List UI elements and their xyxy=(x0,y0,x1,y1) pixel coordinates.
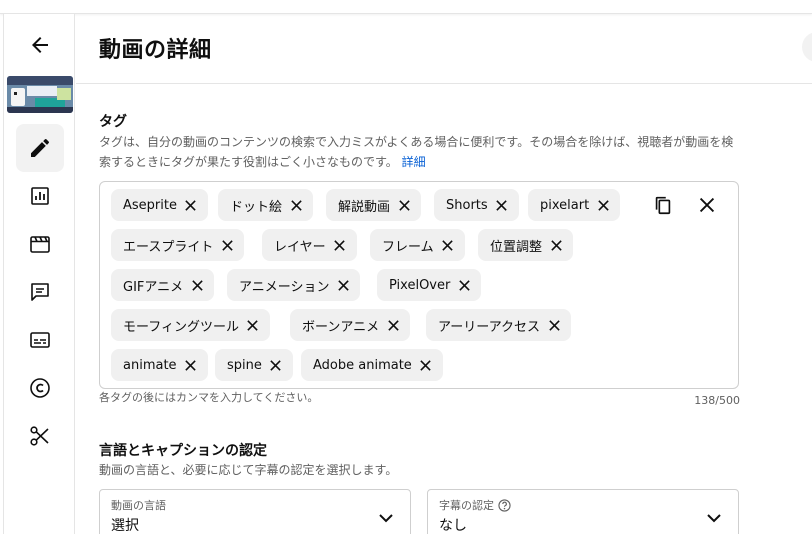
remove-tag-button[interactable] xyxy=(246,318,260,332)
close-icon xyxy=(699,197,715,213)
close-icon xyxy=(191,279,203,291)
tag-chip: アニメーション xyxy=(227,269,361,301)
video-language-select[interactable]: 動画の言語 選択 xyxy=(99,489,411,534)
page-header: 動画の詳細 xyxy=(76,14,812,84)
tags-input[interactable]: Aseprite ドット絵 解説動画 Shorts pixelart エースプラ… xyxy=(99,181,739,389)
close-icon xyxy=(442,239,453,251)
page-title: 動画の詳細 xyxy=(99,38,212,63)
remove-tag-button[interactable] xyxy=(336,278,350,292)
caption-certification-value: なし xyxy=(439,518,467,534)
video-language-value: 選択 xyxy=(111,518,139,534)
close-icon xyxy=(270,359,282,371)
details-nav-button[interactable] xyxy=(16,124,64,172)
help-icon[interactable] xyxy=(498,498,511,512)
tags-description: タグは、自分の動画のコンテンツの検索で入力ミスがよくある場合に便利です。その場合… xyxy=(99,135,734,169)
remove-tag-button[interactable] xyxy=(596,198,610,212)
close-icon xyxy=(334,239,345,251)
close-icon xyxy=(398,199,410,211)
tag-chip: フレーム xyxy=(370,229,465,261)
close-icon xyxy=(548,319,560,331)
close-icon xyxy=(338,279,349,291)
tag-chip: ドット絵 xyxy=(218,189,314,221)
language-title: 言語とキャプションの認定 xyxy=(99,443,267,459)
back-button[interactable] xyxy=(16,21,64,69)
caption-certification-label: 字幕の認定 xyxy=(439,497,511,513)
remove-tag-button[interactable] xyxy=(397,198,411,212)
remove-tag-button[interactable] xyxy=(549,238,563,252)
comments-icon xyxy=(31,283,49,301)
pencil-icon xyxy=(31,139,49,157)
remove-tag-button[interactable] xyxy=(184,358,198,372)
close-icon xyxy=(420,359,431,371)
tags-character-count: 138/500 xyxy=(694,394,740,407)
tag-chip: ボーンアニメ xyxy=(290,309,411,341)
tag-chip: animate xyxy=(111,349,208,381)
remove-tag-button[interactable] xyxy=(495,198,509,212)
tags-title: タグ xyxy=(99,114,127,130)
close-icon xyxy=(290,199,302,211)
close-icon xyxy=(185,199,197,211)
close-icon xyxy=(222,239,233,251)
clips-nav-button[interactable] xyxy=(16,412,64,460)
analytics-icon xyxy=(31,187,49,205)
caption-certification-select[interactable]: 字幕の認定 なし xyxy=(427,489,739,534)
tag-chip: PixelOver xyxy=(377,269,482,301)
clear-tags-button[interactable] xyxy=(693,191,721,219)
top-bar xyxy=(0,0,812,14)
tag-chip: モーフィングツール xyxy=(111,309,270,341)
close-icon xyxy=(185,359,196,371)
subtitles-icon xyxy=(30,332,50,348)
remove-tag-button[interactable] xyxy=(441,238,455,252)
header-action[interactable] xyxy=(802,32,812,62)
remove-tag-button[interactable] xyxy=(419,358,433,372)
chevron-down-icon xyxy=(379,514,393,523)
remove-tag-button[interactable] xyxy=(333,238,347,252)
remove-tag-button[interactable] xyxy=(457,278,471,292)
close-icon xyxy=(550,239,562,251)
close-icon xyxy=(459,279,470,291)
remove-tag-button[interactable] xyxy=(184,198,198,212)
tag-chip: アーリーアクセス xyxy=(426,309,572,341)
subtitles-nav-button[interactable] xyxy=(16,316,64,364)
close-icon xyxy=(496,199,507,211)
arrow-left-icon xyxy=(32,37,48,53)
video-thumbnail[interactable] xyxy=(7,76,73,113)
copy-tags-button[interactable] xyxy=(649,191,677,219)
remove-tag-button[interactable] xyxy=(190,278,204,292)
remove-tag-button[interactable] xyxy=(220,238,234,252)
close-icon xyxy=(597,199,609,211)
tag-chip: エースプライト xyxy=(111,229,245,261)
remove-tag-button[interactable] xyxy=(289,198,303,212)
editor-icon xyxy=(30,236,50,253)
language-description: 動画の言語と、必要に応じて字幕の認定を選択します。 xyxy=(99,463,398,477)
copy-icon xyxy=(655,196,671,215)
tag-chip: Shorts xyxy=(434,189,519,221)
tag-chip: GIFアニメ xyxy=(111,269,215,301)
tags-hint: 各タグの後にはカンマを入力してください。 xyxy=(99,391,319,404)
tag-chip: Aseprite xyxy=(111,189,208,221)
editor-nav-button[interactable] xyxy=(16,220,64,268)
tag-chip: pixelart xyxy=(528,189,621,221)
close-icon xyxy=(387,319,399,331)
close-icon xyxy=(247,319,259,331)
remove-tag-button[interactable] xyxy=(386,318,400,332)
chevron-down-icon xyxy=(707,514,721,523)
copyright-icon xyxy=(30,378,50,398)
details-link[interactable]: 詳細 xyxy=(402,155,426,169)
copyright-nav-button[interactable] xyxy=(16,364,64,412)
left-rail xyxy=(3,14,75,534)
remove-tag-button[interactable] xyxy=(269,358,283,372)
tag-chip: spine xyxy=(215,349,293,381)
tag-chip: レイヤー xyxy=(262,229,357,261)
video-language-label: 動画の言語 xyxy=(111,499,166,512)
tag-chip: 解説動画 xyxy=(326,189,422,221)
scissors-icon xyxy=(30,426,49,446)
analytics-nav-button[interactable] xyxy=(16,172,64,220)
remove-tag-button[interactable] xyxy=(547,318,561,332)
comments-nav-button[interactable] xyxy=(16,268,64,316)
tag-chip: 位置調整 xyxy=(478,229,574,261)
tag-chip: Adobe animate xyxy=(301,349,443,381)
